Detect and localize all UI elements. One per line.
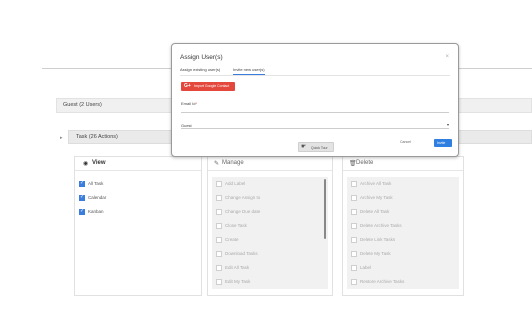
delete-column-header: 🗑 Delete (343, 157, 463, 171)
permission-label: Kanban (88, 209, 104, 214)
manage-column-header: ✎ Manage (208, 157, 332, 171)
permission-label: Edit All Task (225, 265, 250, 270)
permission-label: Delete All Task (360, 209, 390, 214)
permission-label: Delete My Task (360, 251, 391, 256)
checkbox[interactable] (351, 279, 357, 285)
quick-tour-label: Quick Tour (311, 146, 328, 150)
guest-role-label: Guest (2 Users) (63, 102, 102, 108)
chevron-down-icon: ▾ (446, 122, 449, 127)
invite-button[interactable]: Invite (434, 139, 452, 147)
checkbox[interactable] (216, 251, 222, 257)
permission-label: Delete Archive Tasks (360, 223, 402, 228)
permission-label: Change Due date (225, 209, 261, 214)
permission-label: Create (225, 237, 239, 242)
permission-label: Add Label (225, 181, 246, 186)
hand-pointer-icon: ☛ (301, 144, 307, 150)
checkbox[interactable] (351, 265, 357, 271)
google-plus-icon: G+ (184, 83, 191, 89)
close-icon[interactable]: × (445, 54, 449, 60)
checkbox[interactable] (216, 195, 222, 201)
checkbox[interactable] (216, 279, 222, 285)
email-field[interactable] (181, 112, 449, 113)
task-expand-arrow-icon[interactable]: ▸ (60, 135, 63, 141)
tab-divider (180, 75, 450, 76)
task-module-label: Task (26 Actions) (76, 134, 118, 140)
assign-users-modal: Assign User(s) × Assign existing user(s)… (171, 43, 459, 157)
permission-label: Change Assign to (225, 195, 261, 200)
role-select[interactable]: Guest ▾ (181, 121, 449, 129)
manage-permissions-column: ✎ Manage Add Label Change Assign to Chan… (207, 156, 333, 296)
invite-button-label: Invite (437, 141, 446, 145)
permission-label: Restore Archive Tasks (360, 279, 405, 284)
checkbox[interactable] (79, 208, 85, 215)
checkbox[interactable] (351, 181, 357, 187)
checkbox[interactable] (351, 209, 357, 215)
permission-label: Edit My Task (225, 279, 251, 284)
checkbox[interactable] (216, 237, 222, 243)
checkbox[interactable] (216, 209, 222, 215)
email-field-label: Email Id* (181, 101, 198, 106)
cancel-button[interactable]: Cancel (400, 140, 411, 144)
manage-permission-list: Add Label Change Assign to Change Due da… (212, 177, 328, 289)
eye-icon: ◉ (83, 161, 89, 167)
permission-label: Delete Link Tasks (360, 237, 396, 242)
delete-permission-list: Archive All Task Archive My Task Delete … (347, 177, 459, 289)
permission-label: Label (360, 265, 372, 270)
pencil-icon: ✎ (214, 161, 220, 167)
tab-invite-new-users[interactable]: Invite new user(s) (233, 67, 265, 75)
manage-column-title: Manage (222, 160, 244, 166)
checkbox[interactable] (216, 265, 222, 271)
import-google-contact-button[interactable]: G+ Import Google Contact (181, 82, 235, 91)
delete-permissions-column: 🗑 Delete Archive All Task Archive My Tas… (342, 156, 464, 296)
permission-label: Download Tasks (225, 251, 258, 256)
checkbox[interactable] (79, 194, 85, 201)
view-column-header: ◉ View (75, 157, 201, 171)
checkbox[interactable] (79, 180, 85, 187)
delete-column-title: Delete (356, 160, 374, 166)
checkbox[interactable] (351, 251, 357, 257)
manage-list-scrollbar[interactable] (324, 179, 326, 239)
view-permission-list: All Task Calendar Kanban (75, 177, 201, 289)
checkbox[interactable] (216, 223, 222, 229)
view-permissions-column: ◉ View All Task Calendar Kanban (74, 156, 202, 296)
permission-label: Calendar (88, 195, 107, 200)
checkbox[interactable] (351, 223, 357, 229)
checkbox[interactable] (351, 195, 357, 201)
checkbox[interactable] (216, 181, 222, 187)
quick-tour-button[interactable]: ☛ Quick Tour (298, 142, 334, 152)
permission-label: Close Task (225, 223, 247, 228)
modal-title: Assign User(s) (180, 54, 223, 61)
checkbox[interactable] (351, 237, 357, 243)
import-button-label: Import Google Contact (194, 84, 230, 88)
tab-assign-existing-users[interactable]: Assign existing user(s) (180, 67, 220, 74)
permission-label: Archive All Task (360, 181, 392, 186)
view-column-title: View (92, 160, 106, 166)
permission-label: All Task (88, 181, 104, 186)
permission-label: Archive My Task (360, 195, 393, 200)
role-select-value: Guest (181, 123, 192, 128)
